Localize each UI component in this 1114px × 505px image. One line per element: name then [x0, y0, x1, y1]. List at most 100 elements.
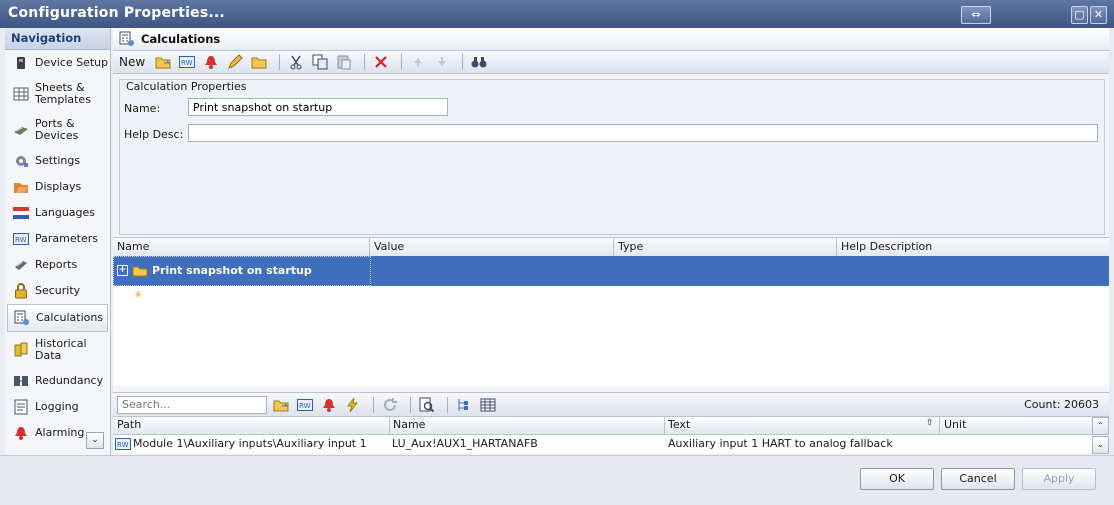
expand-icon[interactable]: + [117, 265, 128, 276]
column-header-help-description[interactable]: Help Description [841, 240, 932, 253]
parameter-icon[interactable]: RW [177, 53, 197, 71]
nav-item-historical-data[interactable]: Historical Data [5, 332, 110, 368]
column-separator [664, 417, 665, 434]
nav-label: Sheets & Templates [35, 81, 91, 106]
tree-view-icon[interactable] [454, 396, 474, 414]
cell-text: Auxiliary input 1 HART to analog fallbac… [668, 437, 893, 450]
resize-button[interactable]: ⇔ [961, 6, 991, 24]
nav-item-settings[interactable]: Settings [5, 148, 110, 174]
folder-link-icon[interactable] [271, 396, 291, 414]
toolbar-separator [279, 54, 281, 70]
device-icon [13, 55, 29, 71]
nav-label: Historical Data [35, 337, 87, 362]
nav-item-reports[interactable]: Reports [5, 252, 110, 278]
folder-link-icon[interactable] [153, 53, 173, 71]
nav-item-languages[interactable]: Languages [5, 200, 110, 226]
delete-icon[interactable] [371, 53, 391, 71]
nav-item-calculations[interactable]: Calculations [7, 304, 108, 332]
table-row[interactable]: RW Module 1\Auxiliary inputs\Auxiliary i… [113, 435, 1093, 453]
window-title: Configuration Properties... [8, 5, 225, 21]
nav-item-security[interactable]: Security [5, 278, 110, 304]
help-desc-input[interactable] [188, 124, 1098, 142]
cell-name: LU_Aux!AUX1_HARTANAFB [392, 437, 538, 450]
navigation-header: Navigation [5, 28, 110, 50]
cancel-button[interactable]: Cancel [941, 468, 1015, 490]
displays-icon [13, 179, 29, 195]
column-separator [369, 238, 370, 256]
search-input[interactable] [117, 395, 267, 414]
column-separator [613, 238, 614, 256]
folder-icon [132, 264, 148, 277]
column-header-value[interactable]: Value [374, 240, 404, 253]
nav-item-redundancy[interactable]: Redundancy [5, 368, 110, 394]
configuration-window: Configuration Properties... ⇔ ▢ ✕ Naviga… [0, 0, 1114, 505]
nav-item-ports-devices[interactable]: Ports & Devices [5, 112, 110, 148]
parameter-icon[interactable]: RW [295, 396, 315, 414]
calculation-properties-group: Calculation Properties Name: Help Desc: [119, 79, 1105, 235]
name-input[interactable] [188, 98, 448, 116]
nav-item-logging[interactable]: Logging [5, 394, 110, 420]
nav-item-device-setup[interactable]: Device Setup [5, 50, 110, 76]
svg-text:RW: RW [299, 402, 311, 410]
calculations-grid-header: Name Value Type Help Description [113, 237, 1109, 257]
column-header-type[interactable]: Type [618, 240, 643, 253]
nav-label: Redundancy [35, 374, 104, 387]
alarm-icon[interactable] [201, 53, 221, 71]
calculator-icon [119, 31, 135, 47]
column-header-path[interactable]: Path [117, 418, 141, 431]
calculations-toolbar: New RW [113, 51, 1109, 74]
calculations-grid: + Print snapshot on startup ✳ [113, 256, 1109, 386]
find-icon[interactable] [417, 396, 437, 414]
cut-icon[interactable] [286, 53, 306, 71]
nav-item-displays[interactable]: Displays [5, 174, 110, 200]
sheets-icon [13, 86, 29, 102]
help-desc-label: Help Desc: [124, 128, 184, 141]
paste-icon[interactable] [334, 53, 354, 71]
cell-path: Module 1\Auxiliary inputs\Auxiliary inpu… [133, 437, 367, 450]
table-row[interactable]: + Print snapshot on startup [113, 256, 1109, 286]
nav-item-parameters[interactable]: RW Parameters [5, 226, 110, 252]
results-scroll-down-button[interactable]: ⌄ [1092, 436, 1109, 454]
alarm-icon[interactable] [319, 396, 339, 414]
results-scroll-up-button[interactable]: ⌃ [1092, 417, 1109, 435]
column-header-name[interactable]: Name [117, 240, 149, 253]
maximize-button[interactable]: ▢ [1071, 6, 1088, 24]
svg-text:RW: RW [15, 236, 27, 244]
lightning-icon[interactable] [343, 396, 363, 414]
properties-legend: Calculation Properties [126, 80, 247, 93]
nav-item-sheets-templates[interactable]: Sheets & Templates [5, 76, 110, 112]
column-separator [389, 417, 390, 434]
svg-text:RW: RW [181, 59, 193, 67]
gear-icon [13, 153, 29, 169]
toolbar-separator [373, 396, 374, 413]
binoculars-icon[interactable] [469, 53, 489, 71]
move-down-icon[interactable] [432, 53, 452, 71]
ok-button[interactable]: OK [860, 468, 934, 490]
folder-icon[interactable] [249, 53, 269, 71]
nav-label: Security [35, 284, 81, 297]
toolbar-separator [410, 396, 411, 413]
dialog-footer: OK Cancel Apply [0, 455, 1114, 505]
nav-label: Parameters [35, 232, 98, 245]
apply-button[interactable]: Apply [1022, 468, 1096, 490]
column-header-unit[interactable]: Unit [944, 418, 966, 431]
refresh-icon[interactable] [380, 396, 400, 414]
flag-icon [13, 205, 29, 221]
column-header-name[interactable]: Name [393, 418, 425, 431]
new-button[interactable]: New [117, 53, 147, 71]
nav-label: Ports & Devices [35, 117, 79, 142]
bell-icon [13, 425, 29, 441]
copy-icon[interactable] [310, 53, 330, 71]
column-header-text[interactable]: Text [668, 418, 690, 431]
close-button[interactable]: ✕ [1090, 6, 1107, 24]
section-title: Calculations [141, 32, 221, 46]
reports-icon [13, 257, 29, 273]
move-up-icon[interactable] [408, 53, 428, 71]
nav-scroll-down-button[interactable]: ⌄ [86, 432, 104, 449]
title-bar: Configuration Properties... ⇔ ▢ ✕ [0, 0, 1114, 28]
pencil-icon[interactable] [225, 53, 245, 71]
nav-label: Reports [35, 258, 78, 271]
rw-icon: RW [115, 438, 131, 453]
new-row-icon[interactable]: ✳ [134, 290, 142, 301]
table-view-icon[interactable] [478, 396, 498, 414]
